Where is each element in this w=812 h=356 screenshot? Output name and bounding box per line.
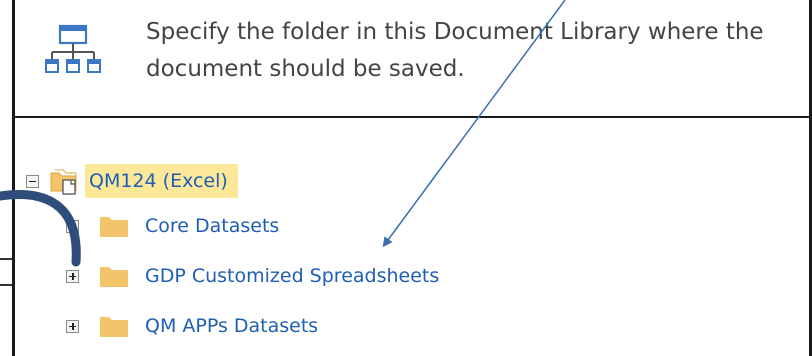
dialog-header: Specify the folder in this Document Libr… <box>12 0 812 118</box>
tree-node: Core Datasets <box>66 214 279 238</box>
table-edge-line <box>0 258 12 260</box>
folder-icon <box>100 267 128 287</box>
folder-icon <box>100 217 128 237</box>
expand-icon[interactable] <box>66 219 79 233</box>
folder-icon <box>100 317 128 337</box>
expand-icon[interactable] <box>66 269 79 283</box>
collapse-icon[interactable] <box>26 174 39 188</box>
instruction-text: Specify the folder in this Document Libr… <box>146 19 764 82</box>
hierarchy-icon <box>45 24 101 73</box>
tree-node-root: QM124 (Excel) <box>26 164 238 198</box>
expand-icon[interactable] <box>66 319 79 333</box>
tree-node: GDP Customized Spreadsheets <box>66 264 439 288</box>
tree-node-label[interactable]: Core Datasets <box>145 215 279 237</box>
workbook-folder-icon <box>50 169 77 195</box>
tree-node: QM APPs Datasets <box>66 314 318 338</box>
tree-node-root-label[interactable]: QM124 (Excel) <box>85 164 238 198</box>
tree-node-label[interactable]: GDP Customized Spreadsheets <box>145 265 439 287</box>
table-edge-line <box>0 284 12 286</box>
tree-node-label[interactable]: QM APPs Datasets <box>145 315 318 337</box>
